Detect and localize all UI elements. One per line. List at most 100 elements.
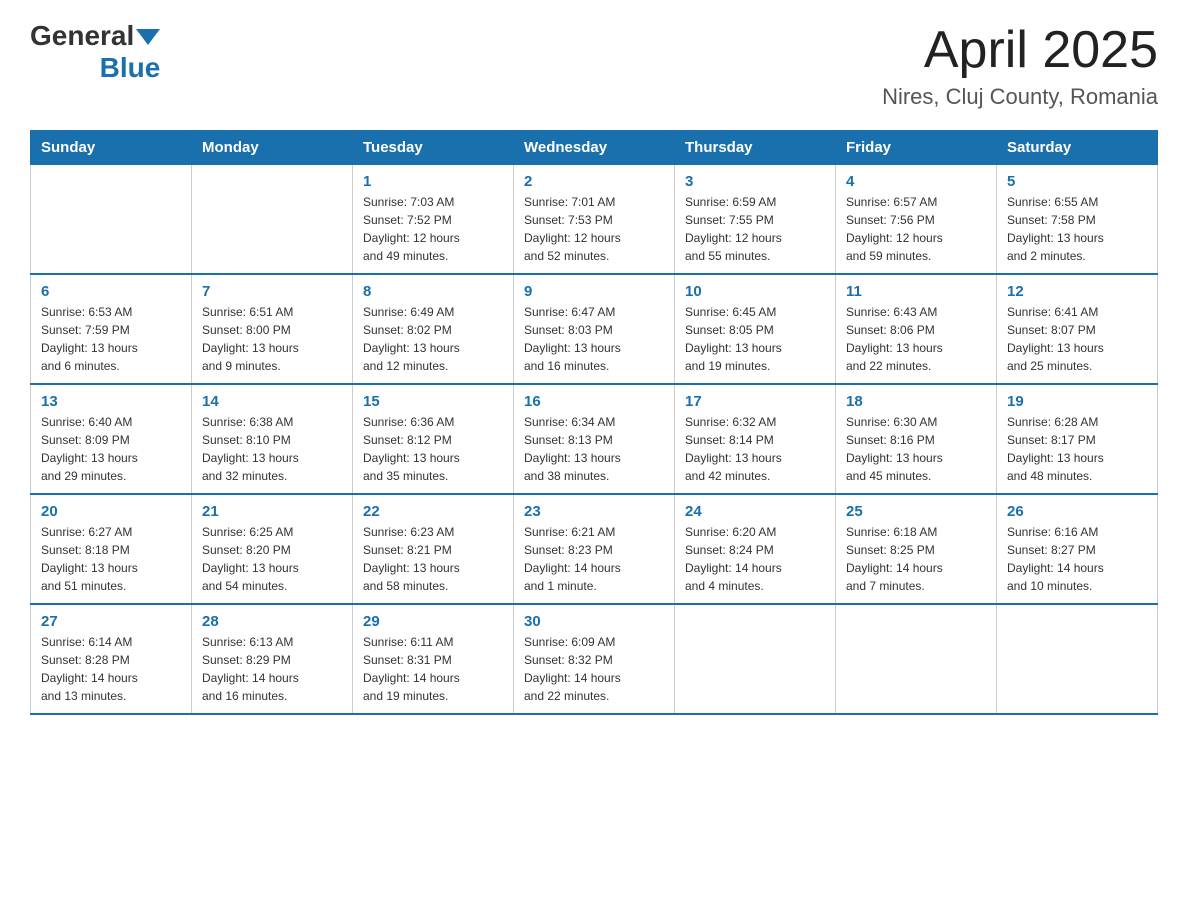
weekday-header-monday: Monday bbox=[192, 131, 353, 165]
day-info: Sunrise: 6:59 AM Sunset: 7:55 PM Dayligh… bbox=[685, 193, 825, 265]
calendar-cell: 15 Sunrise: 6:36 AM Sunset: 8:12 PM Dayli… bbox=[353, 384, 514, 494]
calendar-cell bbox=[836, 604, 997, 714]
logo-blue-text: Blue bbox=[100, 52, 161, 83]
day-info: Sunrise: 6:23 AM Sunset: 8:21 PM Dayligh… bbox=[363, 523, 503, 595]
day-info: Sunrise: 6:57 AM Sunset: 7:56 PM Dayligh… bbox=[846, 193, 986, 265]
logo: General Blue bbox=[30, 20, 160, 84]
day-info: Sunrise: 6:32 AM Sunset: 8:14 PM Dayligh… bbox=[685, 413, 825, 485]
day-number: 13 bbox=[41, 393, 181, 410]
weekday-header-saturday: Saturday bbox=[997, 131, 1158, 165]
page-header: General Blue April 2025 Nires, Cluj Coun… bbox=[30, 20, 1158, 110]
calendar-cell: 7 Sunrise: 6:51 AM Sunset: 8:00 PM Daylig… bbox=[192, 274, 353, 384]
calendar-cell: 27Sunrise: 6:14 AM Sunset: 8:28 PM Dayli… bbox=[31, 604, 192, 714]
day-number: 21 bbox=[202, 503, 342, 520]
calendar-cell: 17 Sunrise: 6:32 AM Sunset: 8:14 PM Dayli… bbox=[675, 384, 836, 494]
calendar-table: SundayMondayTuesdayWednesdayThursdayFrid… bbox=[30, 130, 1158, 715]
calendar-cell: 21 Sunrise: 6:25 AM Sunset: 8:20 PM Dayli… bbox=[192, 494, 353, 604]
weekday-header-thursday: Thursday bbox=[675, 131, 836, 165]
calendar-cell: 9 Sunrise: 6:47 AM Sunset: 8:03 PM Daylig… bbox=[514, 274, 675, 384]
calendar-cell: 29 Sunrise: 6:11 AM Sunset: 8:31 PM Dayli… bbox=[353, 604, 514, 714]
day-info: Sunrise: 6:38 AM Sunset: 8:10 PM Dayligh… bbox=[202, 413, 342, 485]
calendar-cell: 23 Sunrise: 6:21 AM Sunset: 8:23 PM Dayli… bbox=[514, 494, 675, 604]
day-info: Sunrise: 7:03 AM Sunset: 7:52 PM Dayligh… bbox=[363, 193, 503, 265]
day-number: 10 bbox=[685, 283, 825, 300]
weekday-header-wednesday: Wednesday bbox=[514, 131, 675, 165]
calendar-cell: 28 Sunrise: 6:13 AM Sunset: 8:29 PM Dayli… bbox=[192, 604, 353, 714]
day-number: 24 bbox=[685, 503, 825, 520]
calendar-week-row: 6 Sunrise: 6:53 AM Sunset: 7:59 PM Daylig… bbox=[31, 274, 1158, 384]
day-info: Sunrise: 6:09 AM Sunset: 8:32 PM Dayligh… bbox=[524, 633, 664, 705]
day-number: 20 bbox=[41, 503, 181, 520]
calendar-cell: 24 Sunrise: 6:20 AM Sunset: 8:24 PM Dayli… bbox=[675, 494, 836, 604]
day-number: 4 bbox=[846, 173, 986, 190]
calendar-week-row: 20 Sunrise: 6:27 AM Sunset: 8:18 PM Dayli… bbox=[31, 494, 1158, 604]
day-info: Sunrise: 6:55 AM Sunset: 7:58 PM Dayligh… bbox=[1007, 193, 1147, 265]
calendar-header-row: SundayMondayTuesdayWednesdayThursdayFrid… bbox=[31, 131, 1158, 165]
day-number: 6 bbox=[41, 283, 181, 300]
weekday-header-friday: Friday bbox=[836, 131, 997, 165]
day-info: Sunrise: 6:47 AM Sunset: 8:03 PM Dayligh… bbox=[524, 303, 664, 375]
day-number: 15 bbox=[363, 393, 503, 410]
day-info: Sunrise: 6:40 AM Sunset: 8:09 PM Dayligh… bbox=[41, 413, 181, 485]
day-info: Sunrise: 6:30 AM Sunset: 8:16 PM Dayligh… bbox=[846, 413, 986, 485]
calendar-cell: 19Sunrise: 6:28 AM Sunset: 8:17 PM Dayli… bbox=[997, 384, 1158, 494]
calendar-cell: 20 Sunrise: 6:27 AM Sunset: 8:18 PM Dayli… bbox=[31, 494, 192, 604]
day-info: Sunrise: 7:01 AM Sunset: 7:53 PM Dayligh… bbox=[524, 193, 664, 265]
day-number: 29 bbox=[363, 613, 503, 630]
day-info: Sunrise: 6:13 AM Sunset: 8:29 PM Dayligh… bbox=[202, 633, 342, 705]
day-info: Sunrise: 6:27 AM Sunset: 8:18 PM Dayligh… bbox=[41, 523, 181, 595]
day-info: Sunrise: 6:16 AM Sunset: 8:27 PM Dayligh… bbox=[1007, 523, 1147, 595]
day-info: Sunrise: 6:21 AM Sunset: 8:23 PM Dayligh… bbox=[524, 523, 664, 595]
calendar-cell bbox=[675, 604, 836, 714]
day-info: Sunrise: 6:18 AM Sunset: 8:25 PM Dayligh… bbox=[846, 523, 986, 595]
calendar-cell: 4 Sunrise: 6:57 AM Sunset: 7:56 PM Daylig… bbox=[836, 165, 997, 275]
day-number: 1 bbox=[363, 173, 503, 190]
day-info: Sunrise: 6:25 AM Sunset: 8:20 PM Dayligh… bbox=[202, 523, 342, 595]
day-info: Sunrise: 6:45 AM Sunset: 8:05 PM Dayligh… bbox=[685, 303, 825, 375]
calendar-cell: 18 Sunrise: 6:30 AM Sunset: 8:16 PM Dayli… bbox=[836, 384, 997, 494]
day-info: Sunrise: 6:41 AM Sunset: 8:07 PM Dayligh… bbox=[1007, 303, 1147, 375]
day-number: 7 bbox=[202, 283, 342, 300]
day-info: Sunrise: 6:34 AM Sunset: 8:13 PM Dayligh… bbox=[524, 413, 664, 485]
calendar-cell: 11Sunrise: 6:43 AM Sunset: 8:06 PM Dayli… bbox=[836, 274, 997, 384]
calendar-cell: 10 Sunrise: 6:45 AM Sunset: 8:05 PM Dayli… bbox=[675, 274, 836, 384]
day-number: 30 bbox=[524, 613, 664, 630]
day-info: Sunrise: 6:11 AM Sunset: 8:31 PM Dayligh… bbox=[363, 633, 503, 705]
calendar-cell: 6 Sunrise: 6:53 AM Sunset: 7:59 PM Daylig… bbox=[31, 274, 192, 384]
day-number: 2 bbox=[524, 173, 664, 190]
day-info: Sunrise: 6:49 AM Sunset: 8:02 PM Dayligh… bbox=[363, 303, 503, 375]
day-number: 27 bbox=[41, 613, 181, 630]
calendar-cell: 25 Sunrise: 6:18 AM Sunset: 8:25 PM Dayli… bbox=[836, 494, 997, 604]
weekday-header-tuesday: Tuesday bbox=[353, 131, 514, 165]
calendar-week-row: 1 Sunrise: 7:03 AM Sunset: 7:52 PM Daylig… bbox=[31, 165, 1158, 275]
day-number: 14 bbox=[202, 393, 342, 410]
calendar-cell: 12 Sunrise: 6:41 AM Sunset: 8:07 PM Dayli… bbox=[997, 274, 1158, 384]
calendar-cell: 3 Sunrise: 6:59 AM Sunset: 7:55 PM Daylig… bbox=[675, 165, 836, 275]
calendar-cell: 13 Sunrise: 6:40 AM Sunset: 8:09 PM Dayli… bbox=[31, 384, 192, 494]
calendar-cell: 2 Sunrise: 7:01 AM Sunset: 7:53 PM Daylig… bbox=[514, 165, 675, 275]
day-number: 12 bbox=[1007, 283, 1147, 300]
day-number: 17 bbox=[685, 393, 825, 410]
calendar-cell: 26Sunrise: 6:16 AM Sunset: 8:27 PM Dayli… bbox=[997, 494, 1158, 604]
day-info: Sunrise: 6:51 AM Sunset: 8:00 PM Dayligh… bbox=[202, 303, 342, 375]
calendar-week-row: 27Sunrise: 6:14 AM Sunset: 8:28 PM Dayli… bbox=[31, 604, 1158, 714]
day-number: 5 bbox=[1007, 173, 1147, 190]
calendar-cell: 8Sunrise: 6:49 AM Sunset: 8:02 PM Daylig… bbox=[353, 274, 514, 384]
day-number: 25 bbox=[846, 503, 986, 520]
day-number: 3 bbox=[685, 173, 825, 190]
day-info: Sunrise: 6:53 AM Sunset: 7:59 PM Dayligh… bbox=[41, 303, 181, 375]
day-number: 11 bbox=[846, 283, 986, 300]
calendar-week-row: 13 Sunrise: 6:40 AM Sunset: 8:09 PM Dayli… bbox=[31, 384, 1158, 494]
day-number: 18 bbox=[846, 393, 986, 410]
calendar-cell: 5 Sunrise: 6:55 AM Sunset: 7:58 PM Daylig… bbox=[997, 165, 1158, 275]
day-number: 23 bbox=[524, 503, 664, 520]
logo-general-text: General bbox=[30, 20, 134, 52]
day-number: 19 bbox=[1007, 393, 1147, 410]
calendar-cell bbox=[192, 165, 353, 275]
calendar-title: April 2025 bbox=[882, 20, 1158, 80]
day-info: Sunrise: 6:36 AM Sunset: 8:12 PM Dayligh… bbox=[363, 413, 503, 485]
day-info: Sunrise: 6:20 AM Sunset: 8:24 PM Dayligh… bbox=[685, 523, 825, 595]
day-number: 28 bbox=[202, 613, 342, 630]
day-number: 9 bbox=[524, 283, 664, 300]
calendar-cell: 22Sunrise: 6:23 AM Sunset: 8:21 PM Dayli… bbox=[353, 494, 514, 604]
